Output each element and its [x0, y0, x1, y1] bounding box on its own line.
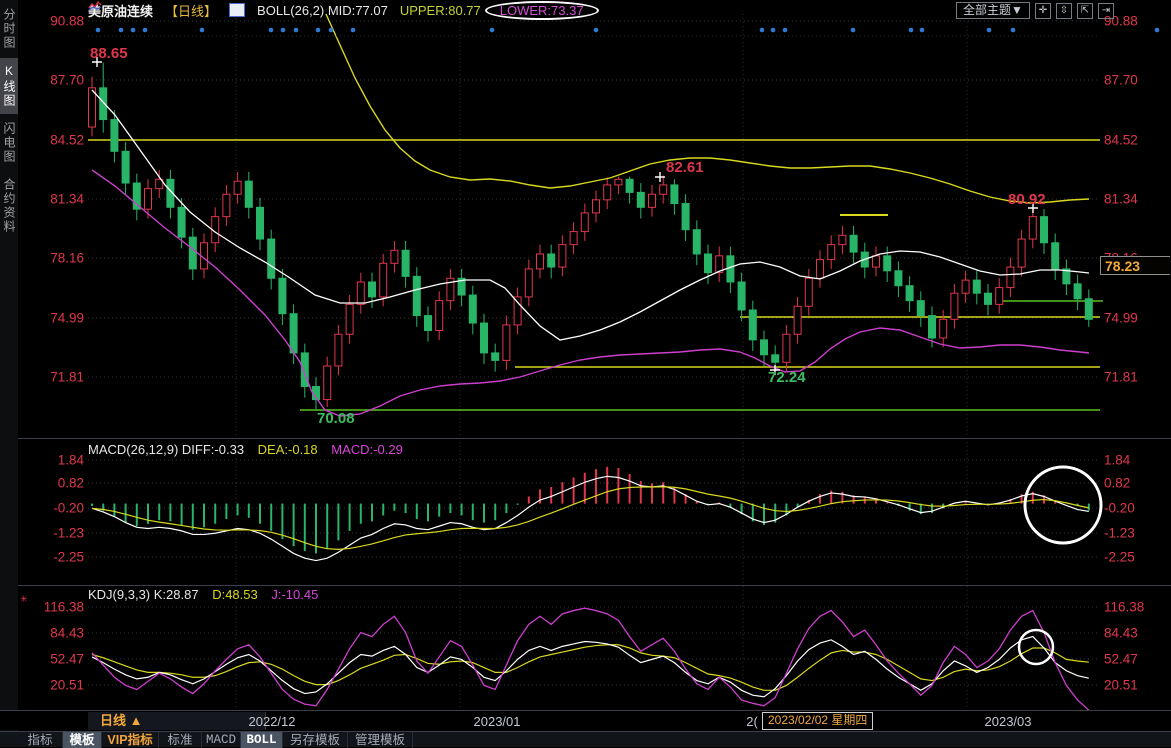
kdj-d-readout: D:48.53 — [212, 587, 258, 602]
svg-text:-1.23: -1.23 — [53, 526, 84, 541]
svg-text:84.52: 84.52 — [1104, 133, 1138, 148]
svg-text:-0.20: -0.20 — [53, 501, 84, 516]
sidebar-item-闪电图[interactable]: 闪电图 — [0, 116, 18, 170]
macd-header: MACD(26,12,9) DIFF:-0.33 DEA:-0.18 MACD:… — [88, 442, 403, 457]
svg-text:-2.25: -2.25 — [1104, 550, 1135, 565]
dea-line — [92, 487, 1089, 550]
date-axis-row: 日线 ▲ 2023/02/02 星期四 2022/12 2023/01 2( 2023… — [0, 710, 1171, 730]
svg-text:52.47: 52.47 — [1104, 652, 1138, 667]
macd-macd-readout: MACD:-0.29 — [331, 442, 403, 457]
svg-text:84.52: 84.52 — [50, 133, 84, 148]
macd-name-diff: MACD(26,12,9) DIFF:-0.33 — [88, 442, 244, 457]
tab-管理模板[interactable]: 管理模板 — [348, 732, 413, 748]
theme-dropdown[interactable]: 全部主题▼ — [956, 2, 1030, 19]
top-bar: 美原油连续 【日线】 BOLL(26,2) MID:77.07 UPPER:80… — [88, 0, 599, 20]
chart-type-sidebar: 分时图 K线图闪电图合约资料 — [0, 0, 18, 747]
kdj-j-readout: J:-10.45 — [271, 587, 318, 602]
svg-text:52.47: 52.47 — [50, 652, 84, 667]
x-axis-date-label: 2022/12 — [249, 714, 296, 729]
zoom-horizontal-icon[interactable]: ⇱ — [1077, 3, 1093, 19]
zoom-vertical-icon[interactable]: ⇳ — [1056, 3, 1072, 19]
svg-text:81.34: 81.34 — [50, 192, 84, 207]
period-selector-button[interactable]: 日线 ▲ — [88, 712, 266, 730]
svg-text:74.99: 74.99 — [50, 311, 84, 326]
svg-text:-1.23: -1.23 — [1104, 526, 1135, 541]
d-line — [92, 645, 1089, 691]
j-line — [92, 608, 1089, 710]
svg-text:90.88: 90.88 — [50, 14, 84, 29]
x-axis-date-label: 2023/03 — [985, 714, 1032, 729]
svg-text:84.43: 84.43 — [50, 626, 84, 641]
boll-lower-readout: LOWER:73.37 — [500, 3, 584, 18]
tab-标准[interactable]: 标准 — [159, 732, 202, 748]
move-chart-icon[interactable]: ✛ — [1035, 3, 1051, 19]
svg-text:78.16: 78.16 — [50, 251, 84, 266]
svg-text:71.81: 71.81 — [50, 370, 84, 385]
kdj-header: KDJ(9,3,3) K:28.87 D:48.53 J:-10.45 — [88, 587, 318, 602]
svg-text:87.70: 87.70 — [50, 73, 84, 88]
svg-text:0.82: 0.82 — [1104, 476, 1130, 491]
tab-模板[interactable]: 模板 — [63, 732, 102, 748]
svg-text:116.38: 116.38 — [44, 600, 84, 615]
main-axis: 90.8890.8887.7087.7084.5284.5281.3481.34… — [50, 14, 1138, 385]
indicator-tab-bar: 指标模板VIP指标标准MACDBOLL另存模板管理模板 — [0, 731, 1171, 747]
macd-histogram — [92, 467, 1089, 554]
kdj-name-k: KDJ(9,3,3) K:28.87 — [88, 587, 199, 602]
svg-text:20.51: 20.51 — [1104, 678, 1138, 693]
svg-text:74.99: 74.99 — [1104, 311, 1138, 326]
sidebar-item-合约资料[interactable]: 合约资料 — [0, 172, 18, 240]
diff-line — [92, 476, 1089, 560]
boll-upper — [326, 14, 1089, 203]
candlestick-chart-icon — [229, 3, 245, 17]
tab-另存模板[interactable]: 另存模板 — [283, 732, 348, 748]
crosshair-date-tooltip: 2023/02/02 星期四 — [762, 712, 873, 730]
boll-upper-readout: UPPER:80.77 — [400, 3, 481, 18]
boll-lower — [92, 170, 1089, 416]
chart-controls: 全部主题▼ ✛ ⇳ ⇱ ⇥ — [956, 2, 1114, 19]
sidebar-item-分时图[interactable]: 分时图 — [0, 2, 18, 56]
svg-text:70.08: 70.08 — [317, 410, 355, 427]
sidebar-item-K线图[interactable]: K线图 — [0, 58, 18, 114]
kdj-lines — [92, 608, 1089, 710]
current-price-badge: 78.23 — [1100, 256, 1170, 275]
tab-MACD[interactable]: MACD — [202, 732, 241, 748]
candles — [89, 63, 1093, 410]
x-axis-date-label: 2023/01 — [474, 714, 521, 729]
chart-canvas: 90.8890.8887.7087.7084.5284.5281.3481.34… — [0, 0, 1171, 747]
macd-dea-readout: DEA:-0.18 — [258, 442, 318, 457]
svg-text:-0.20: -0.20 — [1104, 501, 1135, 516]
signal-dots — [88, 28, 1159, 36]
trading-app-window: 分时图K线图闪电图合约资料 90.8890.8887.7087.7084.528… — [0, 0, 1171, 747]
svg-text:88.65: 88.65 — [90, 45, 128, 62]
svg-text:0.82: 0.82 — [58, 476, 84, 491]
tab-指标[interactable]: 指标 — [18, 732, 63, 748]
panel-separators — [18, 439, 1171, 586]
boll-mid — [92, 90, 1089, 340]
svg-text:80.92: 80.92 — [1008, 191, 1046, 208]
period-tag: 【日线】 — [165, 1, 217, 20]
tab-BOLL[interactable]: BOLL — [241, 732, 283, 748]
svg-text:71.81: 71.81 — [1104, 370, 1138, 385]
svg-text:81.34: 81.34 — [1104, 192, 1138, 207]
svg-text:-2.25: -2.25 — [53, 550, 84, 565]
x-axis-date-label: 2( — [746, 714, 758, 729]
vertical-gridlines — [236, 14, 967, 710]
svg-text:87.70: 87.70 — [1104, 73, 1138, 88]
svg-text:82.61: 82.61 — [666, 159, 704, 176]
price-labels: 88.65 82.61 80.92 70.08 72.24 — [90, 45, 1046, 427]
svg-text:72.24: 72.24 — [768, 369, 806, 386]
k-line — [92, 637, 1089, 697]
boll-overlays — [92, 14, 1089, 416]
tab-VIP指标[interactable]: VIP指标 — [102, 732, 159, 748]
boll-mid-readout: BOLL(26,2) MID:77.07 — [257, 3, 388, 18]
svg-text:84.43: 84.43 — [1104, 626, 1138, 641]
lower-annotation-ellipse: LOWER:73.37 — [485, 1, 599, 20]
extreme-cross-markers — [92, 57, 1038, 375]
svg-text:1.84: 1.84 — [58, 453, 85, 468]
svg-text:20.51: 20.51 — [50, 678, 84, 693]
shift-right-icon[interactable]: ⇥ — [1098, 3, 1114, 19]
svg-text:1.84: 1.84 — [1104, 453, 1131, 468]
kdj-settings-icon[interactable]: ✳ — [20, 594, 28, 605]
svg-text:116.38: 116.38 — [1104, 600, 1144, 615]
